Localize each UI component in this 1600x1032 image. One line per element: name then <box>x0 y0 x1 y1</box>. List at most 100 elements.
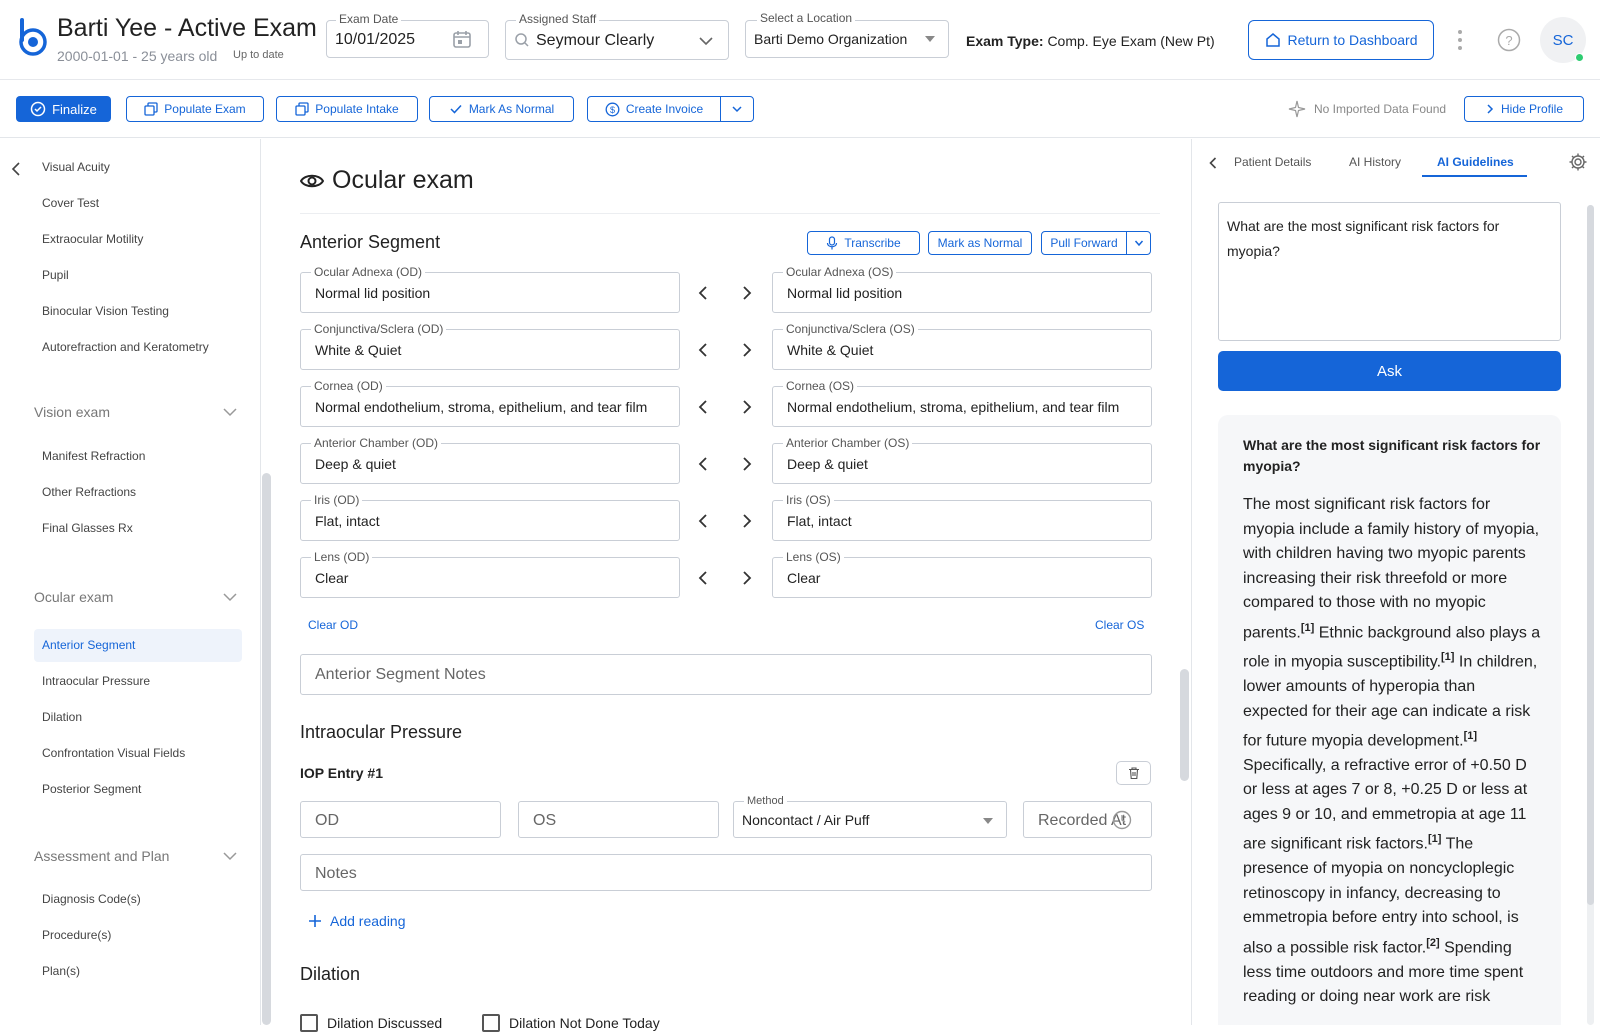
sidebar-item-visual-fields[interactable]: Confrontation Visual Fields <box>34 737 242 770</box>
iop-notes-field[interactable]: Notes <box>300 854 1152 891</box>
settings-gear-icon[interactable] <box>1568 152 1588 172</box>
copy-left-icon[interactable] <box>693 397 713 417</box>
transcribe-button[interactable]: Transcribe <box>807 231 920 255</box>
copy-icon <box>295 102 309 116</box>
citation-ref[interactable]: [1] <box>1464 730 1477 742</box>
assigned-staff-select[interactable]: Seymour Clearly <box>505 20 729 60</box>
dilation-not-done-checkbox[interactable]: Dilation Not Done Today <box>482 1014 660 1032</box>
add-reading-button[interactable]: Add reading <box>308 913 406 929</box>
copy-left-icon[interactable] <box>693 454 713 474</box>
sidebar-item-plans[interactable]: Plan(s) <box>34 955 242 988</box>
calendar-icon[interactable] <box>451 28 473 50</box>
tab-ai-history[interactable]: AI History <box>1349 155 1401 169</box>
mark-as-normal-button[interactable]: Mark As Normal <box>429 96 574 122</box>
copy-left-icon[interactable] <box>693 568 713 588</box>
main-scrollbar[interactable] <box>1180 669 1189 781</box>
sidebar-item-pupil[interactable]: Pupil <box>34 259 242 292</box>
sidebar-item-dilation[interactable]: Dilation <box>34 701 242 734</box>
tab-patient-details[interactable]: Patient Details <box>1234 155 1311 169</box>
sidebar-item-final-glasses-rx[interactable]: Final Glasses Rx <box>34 512 242 545</box>
sidebar-scrollbar[interactable] <box>262 473 271 1025</box>
hide-profile-button[interactable]: Hide Profile <box>1464 96 1584 122</box>
answer-sentence: Specifically, a refractive error of +0.5… <box>1243 756 1528 853</box>
anterior-chamber-od-field[interactable]: Anterior Chamber (OD) Deep & quiet <box>300 436 680 484</box>
avatar-initials: SC <box>1552 31 1574 49</box>
sidebar-item-anterior-segment[interactable]: Anterior Segment <box>34 629 242 662</box>
more-vertical-icon[interactable] <box>1456 28 1464 52</box>
copy-right-icon[interactable] <box>737 454 757 474</box>
copy-left-icon[interactable] <box>693 340 713 360</box>
sidebar-item-posterior-segment[interactable]: Posterior Segment <box>34 773 242 806</box>
mark-normal-section-label: Mark as Normal <box>937 236 1023 250</box>
iris-od-field[interactable]: Iris (OD) Flat, intact <box>300 493 680 541</box>
conjunctiva-os-field[interactable]: Conjunctiva/Sclera (OS) White & Quiet <box>772 322 1152 370</box>
iop-os-input[interactable]: OS <box>518 801 719 838</box>
copy-left-icon[interactable] <box>693 511 713 531</box>
panel-scrollbar[interactable] <box>1587 205 1594 905</box>
lens-od-field[interactable]: Lens (OD) Clear <box>300 550 680 598</box>
clock-icon[interactable] <box>1112 810 1132 830</box>
iop-od-input[interactable]: OD <box>300 801 501 838</box>
exam-type-label: Exam Type: <box>966 33 1044 49</box>
checkbox-box[interactable] <box>482 1014 500 1032</box>
anterior-chamber-os-field[interactable]: Anterior Chamber (OS) Deep & quiet <box>772 436 1152 484</box>
copy-right-icon[interactable] <box>737 397 757 417</box>
lens-os-field[interactable]: Lens (OS) Clear <box>772 550 1152 598</box>
sidebar-item-extraocular-motility[interactable]: Extraocular Motility <box>34 223 242 256</box>
sidebar-item-manifest-refraction[interactable]: Manifest Refraction <box>34 440 242 473</box>
sidebar-item-autorefraction[interactable]: Autorefraction and Keratometry <box>34 331 242 364</box>
sidebar-item-cover-test[interactable]: Cover Test <box>34 187 242 220</box>
iris-os-field[interactable]: Iris (OS) Flat, intact <box>772 493 1152 541</box>
copy-right-icon[interactable] <box>737 340 757 360</box>
answer-question: What are the most significant risk facto… <box>1243 437 1541 474</box>
cornea-od-field[interactable]: Cornea (OD) Normal endothelium, stroma, e… <box>300 379 680 427</box>
citation-ref[interactable]: [1] <box>1428 833 1441 845</box>
copy-right-icon[interactable] <box>737 511 757 531</box>
invoice-dropdown-button[interactable] <box>720 96 754 122</box>
sidebar-item-binocular-vision[interactable]: Binocular Vision Testing <box>34 295 242 328</box>
populate-intake-button[interactable]: Populate Intake <box>276 96 418 122</box>
help-icon[interactable]: ? <box>1497 28 1521 52</box>
sidebar-group-ocular[interactable]: Ocular exam <box>34 589 242 605</box>
pull-forward-button[interactable]: Pull Forward <box>1041 231 1127 255</box>
ocular-adnexa-os-field[interactable]: Ocular Adnexa (OS) Normal lid position <box>772 265 1152 313</box>
tab-ai-guidelines[interactable]: AI Guidelines <box>1437 155 1514 169</box>
sidebar-group-vision[interactable]: Vision exam <box>34 404 242 420</box>
sidebar-item-visual-acuity[interactable]: Visual Acuity <box>34 151 242 184</box>
finalize-button[interactable]: Finalize <box>16 96 111 122</box>
delete-entry-button[interactable] <box>1116 761 1151 785</box>
sidebar-item-diagnosis-codes[interactable]: Diagnosis Code(s) <box>34 883 242 916</box>
copy-left-icon[interactable] <box>693 283 713 303</box>
copy-right-icon[interactable] <box>737 283 757 303</box>
app-logo[interactable] <box>16 16 48 60</box>
collapse-sidebar-icon[interactable] <box>10 161 22 177</box>
recorded-at-input[interactable]: Recorded At <box>1023 801 1152 838</box>
return-to-dashboard-button[interactable]: Return to Dashboard <box>1248 20 1434 60</box>
sidebar-item-other-refractions[interactable]: Other Refractions <box>34 476 242 509</box>
clear-os-link[interactable]: Clear OS <box>1095 618 1144 632</box>
clear-od-link[interactable]: Clear OD <box>308 618 358 632</box>
copy-right-icon[interactable] <box>737 568 757 588</box>
populate-exam-button[interactable]: Populate Exam <box>126 96 264 122</box>
citation-ref[interactable]: [1] <box>1441 651 1454 663</box>
sidebar-item-intraocular-pressure[interactable]: Intraocular Pressure <box>34 665 242 698</box>
sidebar-item-procedures[interactable]: Procedure(s) <box>34 919 242 952</box>
cornea-os-field[interactable]: Cornea (OS) Normal endothelium, stroma, e… <box>772 379 1152 427</box>
checkbox-box[interactable] <box>300 1014 318 1032</box>
ask-button[interactable]: Ask <box>1218 351 1561 391</box>
dilation-discussed-checkbox[interactable]: Dilation Discussed <box>300 1014 442 1032</box>
iop-method-select[interactable]: Method Noncontact / Air Puff <box>733 794 1007 838</box>
citation-ref[interactable]: [1] <box>1301 622 1314 634</box>
pull-forward-dropdown[interactable] <box>1126 231 1151 255</box>
sidebar-group-assessment[interactable]: Assessment and Plan <box>34 848 242 864</box>
ai-question-input[interactable]: What are the most significant risk facto… <box>1218 202 1561 341</box>
ocular-adnexa-od-field[interactable]: Ocular Adnexa (OD) Normal lid position <box>300 265 680 313</box>
panel-back-icon[interactable] <box>1208 156 1218 170</box>
create-invoice-button[interactable]: $ Create Invoice <box>587 96 721 122</box>
citation-ref[interactable]: [2] <box>1426 937 1439 949</box>
conjunctiva-od-field[interactable]: Conjunctiva/Sclera (OD) White & Quiet <box>300 322 680 370</box>
location-select[interactable]: Barti Demo Organization <box>745 20 949 58</box>
staff-label: Assigned Staff <box>516 12 600 26</box>
mark-as-normal-section-button[interactable]: Mark as Normal <box>928 231 1032 255</box>
anterior-segment-notes-field[interactable]: Anterior Segment Notes <box>300 654 1152 695</box>
